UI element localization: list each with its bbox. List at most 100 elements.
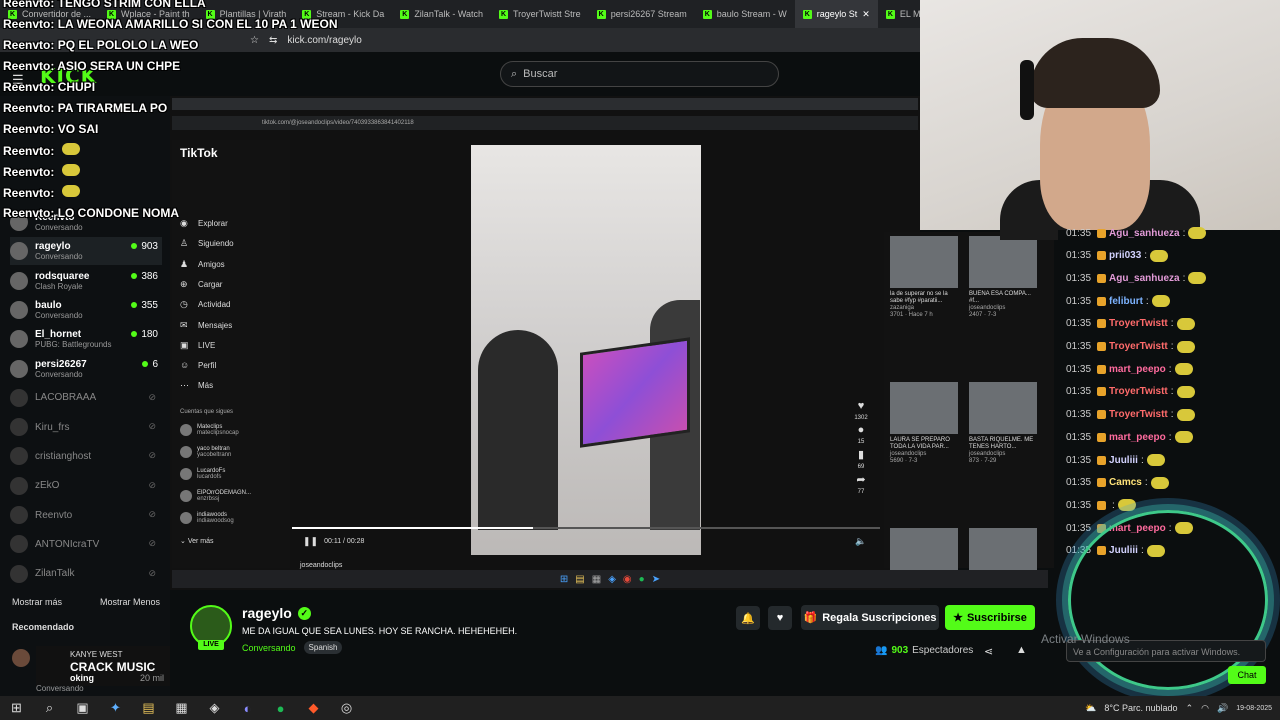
gift-subs-button[interactable]: 🎁 Regala Suscripciones — [801, 605, 939, 630]
overlay-chat-user: Reenvto: — [3, 165, 55, 179]
sub-badge-icon — [1097, 478, 1107, 488]
share-icon[interactable]: ⋖ — [984, 645, 993, 658]
show-less-link[interactable]: Mostrar Menos — [100, 597, 160, 607]
channel-text: baulo Conversando — [35, 300, 83, 320]
overlay-chat-line: Reenvto: CHUPI — [3, 80, 95, 94]
close-tab-icon[interactable]: ✕ — [862, 9, 870, 20]
chat-username[interactable]: Agu_sanhueza — [1109, 273, 1180, 284]
promo-top-text: KANYE WEST — [70, 650, 123, 659]
bookmark-icon[interactable]: ☆ — [250, 35, 259, 46]
discord-icon[interactable]: ◐ — [231, 696, 264, 720]
chat-message: 01:35 mart_peepo: — [1066, 431, 1193, 444]
wifi-icon[interactable]: ◠ — [1201, 703, 1209, 714]
sidebar-channel[interactable]: rageylo Conversando 903 — [10, 237, 162, 266]
reaction-count: 77 — [857, 489, 865, 495]
browser-tab[interactable]: K EL MEJOR — [878, 0, 920, 28]
task-view-icon[interactable]: ▣ — [66, 696, 99, 720]
search-icon[interactable]: ⌕ — [33, 696, 66, 720]
channel-category: Conversando — [35, 310, 83, 320]
sidebar-channel[interactable]: Kiru_frs ⊘ — [10, 413, 162, 441]
steam-icon[interactable]: ◈ — [198, 696, 231, 720]
chat-username[interactable]: Juuliii — [1109, 455, 1138, 466]
file-explorer-icon[interactable]: ▤ — [132, 696, 165, 720]
offline-icon: ⊘ — [148, 479, 156, 490]
browser-tab-label: TroyerTwistt Stre — [513, 9, 581, 19]
sub-badge-icon — [1097, 364, 1107, 374]
viewer-count: 6 — [142, 359, 158, 370]
url-text[interactable]: kick.com/rageylo — [287, 35, 361, 46]
chat-colon: : — [1170, 341, 1174, 352]
browser-tab[interactable]: K ZilanTalk - Watch — [392, 0, 491, 28]
browser-tab-label: rageylo St — [816, 9, 858, 19]
notification-bell-button[interactable]: 🔔 — [736, 606, 760, 630]
language-tag[interactable]: Spanish — [303, 641, 343, 654]
chat-username[interactable]: feliburt — [1109, 296, 1143, 307]
chat-username[interactable]: Camcs — [1109, 477, 1142, 488]
sidebar-channel[interactable]: Reenvto ⊘ — [10, 501, 162, 529]
reaction-count: 1302 — [854, 415, 868, 421]
channel-name[interactable]: rageylo ✓ — [242, 605, 311, 621]
chat-username[interactable]: TroyerTwistt — [1109, 409, 1168, 420]
sidebar-channel[interactable]: El_hornet PUBG: Battlegrounds 180 — [10, 325, 162, 353]
chat-colon: : — [1144, 477, 1148, 489]
chat-message: 01:35 TroyerTwistt: — [1066, 317, 1195, 330]
tiktok-nav-item: ⋯ Más — [180, 380, 213, 391]
chat-timestamp: 01:35 — [1066, 272, 1092, 284]
show-more-link[interactable]: Mostrar más — [12, 597, 62, 607]
sidebar-channel[interactable]: baulo Conversando 355 — [10, 296, 162, 324]
search-input[interactable]: ⌕ Buscar — [500, 61, 779, 87]
related-author: joseandoclips — [890, 451, 927, 457]
sidebar-channel[interactable]: ANTONIcraTV ⊘ — [10, 530, 162, 558]
overlay-chat-user: Reenvto: — [3, 101, 55, 115]
bell-icon: 🔔 — [741, 612, 755, 625]
chat-username[interactable]: TroyerTwistt — [1109, 318, 1168, 329]
sidebar-channel[interactable]: persi26267 Conversando 6 — [10, 355, 162, 383]
emote-icon — [1117, 499, 1136, 512]
tab-favicon-icon: K — [596, 9, 606, 19]
chat-username[interactable]: prii033 — [1109, 250, 1141, 261]
favorite-button[interactable]: ♥ — [768, 606, 792, 630]
sidebar-channel[interactable]: ZilanTalk ⊘ — [10, 560, 162, 588]
browser-tab[interactable]: Kbaulo Stream - W — [695, 0, 795, 28]
related-thumbnail — [969, 382, 1037, 434]
chat-message: 01:35 TroyerTwistt: — [1066, 340, 1195, 353]
sidebar-channel[interactable]: cristianghost ⊘ — [10, 442, 162, 470]
sub-badge-icon — [1097, 251, 1107, 261]
copilot-icon[interactable]: ✦ — [99, 696, 132, 720]
account-text: indiawoods indiawoodsog — [197, 512, 234, 524]
see-more-link: ⌄ Ver más — [180, 537, 214, 545]
sidebar-channel[interactable]: LACOBRAAA ⊘ — [10, 384, 162, 412]
sidebar-channel[interactable]: zEkO ⊘ — [10, 472, 162, 500]
chat-username[interactable]: TroyerTwistt — [1109, 386, 1168, 397]
overlay-chat-line: Reenvto: LA WEONA AMARILLO SI CON EL 10 … — [3, 17, 337, 31]
spotify-icon[interactable]: ● — [264, 696, 297, 720]
chat-username[interactable]: TroyerTwistt — [1109, 341, 1168, 352]
browser-tab[interactable]: K TroyerTwistt Stre — [491, 0, 589, 28]
brave-icon[interactable]: ◆ — [297, 696, 330, 720]
subscribe-button[interactable]: ★ Suscribirse — [945, 605, 1035, 630]
category-link[interactable]: Conversando — [242, 643, 296, 653]
related-thumbnail — [890, 382, 958, 434]
channel-name-text[interactable]: rageylo — [242, 605, 292, 621]
chat-message: 01:35 feliburt: — [1066, 295, 1170, 308]
chat-username[interactable]: Agu_sanhueza — [1109, 228, 1180, 239]
browser-tab[interactable]: Kpersi26267 Stream — [589, 0, 695, 28]
volume-icon[interactable]: 🔊 — [1217, 703, 1228, 714]
chat-username[interactable]: mart_peepo — [1109, 432, 1166, 443]
obs-icon[interactable]: ◎ — [330, 696, 363, 720]
site-info-icon[interactable]: ⇆ — [269, 35, 277, 46]
offline-icon: ⊘ — [148, 567, 156, 578]
start-icon[interactable]: ⊞ — [0, 696, 33, 720]
report-icon[interactable]: ▲ — [1016, 644, 1027, 656]
channel-name: cristianghost — [35, 450, 92, 462]
recommended-avatar[interactable] — [12, 649, 30, 667]
browser-tab[interactable]: Krageylo St ✕ — [794, 0, 878, 28]
tab-favicon-icon: K — [885, 9, 895, 19]
chat-timestamp: 01:35 — [1066, 295, 1092, 307]
chat-username[interactable]: mart_peepo — [1109, 364, 1166, 375]
calculator-icon[interactable]: ▦ — [165, 696, 198, 720]
chrome-icon: ◉ — [622, 573, 632, 585]
sidebar-channel[interactable]: rodsquaree Clash Royale 386 — [10, 267, 162, 295]
tray-chevron-icon[interactable]: ⌃ — [1186, 703, 1194, 714]
chat-send-button[interactable]: Chat — [1228, 666, 1266, 684]
